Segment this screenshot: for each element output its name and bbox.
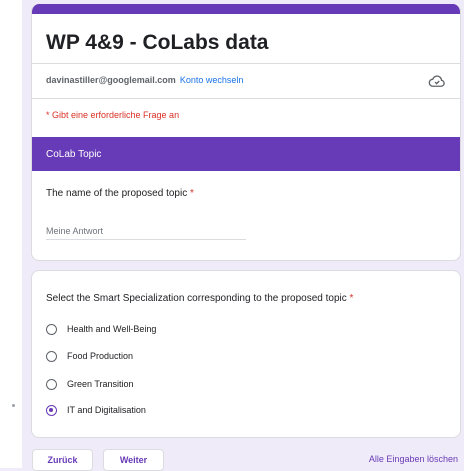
required-asterisk: * xyxy=(189,188,194,199)
option-label: IT and Digitalisation xyxy=(67,405,146,415)
radio-option-food[interactable]: Food Production xyxy=(46,348,133,364)
radio-button[interactable] xyxy=(46,323,57,335)
account-email: davinastiller@googlemail.com xyxy=(46,75,176,85)
question-title: The name of the proposed topic * xyxy=(46,188,194,199)
form-header-card: WP 4&9 - CoLabs data davinastiller@googl… xyxy=(31,4,461,180)
header-accent-bar xyxy=(32,4,460,14)
radio-button[interactable] xyxy=(46,350,57,362)
radio-button[interactable] xyxy=(46,378,57,390)
required-asterisk: * xyxy=(349,293,354,304)
option-label: Food Production xyxy=(67,351,134,361)
option-label: Health and Well-Being xyxy=(67,324,157,334)
option-label: Green Transition xyxy=(67,379,134,389)
radio-option-it[interactable]: IT and Digitalisation xyxy=(46,402,146,418)
form-title: WP 4&9 - CoLabs data xyxy=(46,31,269,54)
radio-button[interactable] xyxy=(46,404,57,416)
section-header: CoLab Topic xyxy=(32,137,460,173)
question-card-smart-specialization: Select the Smart Specialization correspo… xyxy=(31,270,461,438)
question-title-text: The name of the proposed topic xyxy=(46,188,188,199)
question-title: Select the Smart Specialization correspo… xyxy=(46,293,353,304)
question-title-text: Select the Smart Specialization correspo… xyxy=(46,293,347,304)
scroll-marker xyxy=(12,404,15,407)
required-question-note: * Gibt eine erforderliche Frage an xyxy=(46,110,180,120)
switch-account-link[interactable]: Konto wechseln xyxy=(180,75,244,85)
account-row: davinastiller@googlemail.com Konto wechse… xyxy=(32,63,460,99)
radio-option-health[interactable]: Health and Well-Being xyxy=(46,321,156,337)
radio-option-green[interactable]: Green Transition xyxy=(46,376,134,392)
cloud-icon xyxy=(428,75,445,87)
account-email-line: davinastiller@googlemail.com Konto wechse… xyxy=(46,75,243,85)
topic-name-input[interactable] xyxy=(46,223,246,240)
clear-form-link[interactable]: Alle Eingaben löschen xyxy=(369,454,458,464)
section-title: CoLab Topic xyxy=(46,149,102,160)
question-card-topic-name: The name of the proposed topic * xyxy=(31,171,461,261)
left-margin-panel xyxy=(0,0,22,468)
